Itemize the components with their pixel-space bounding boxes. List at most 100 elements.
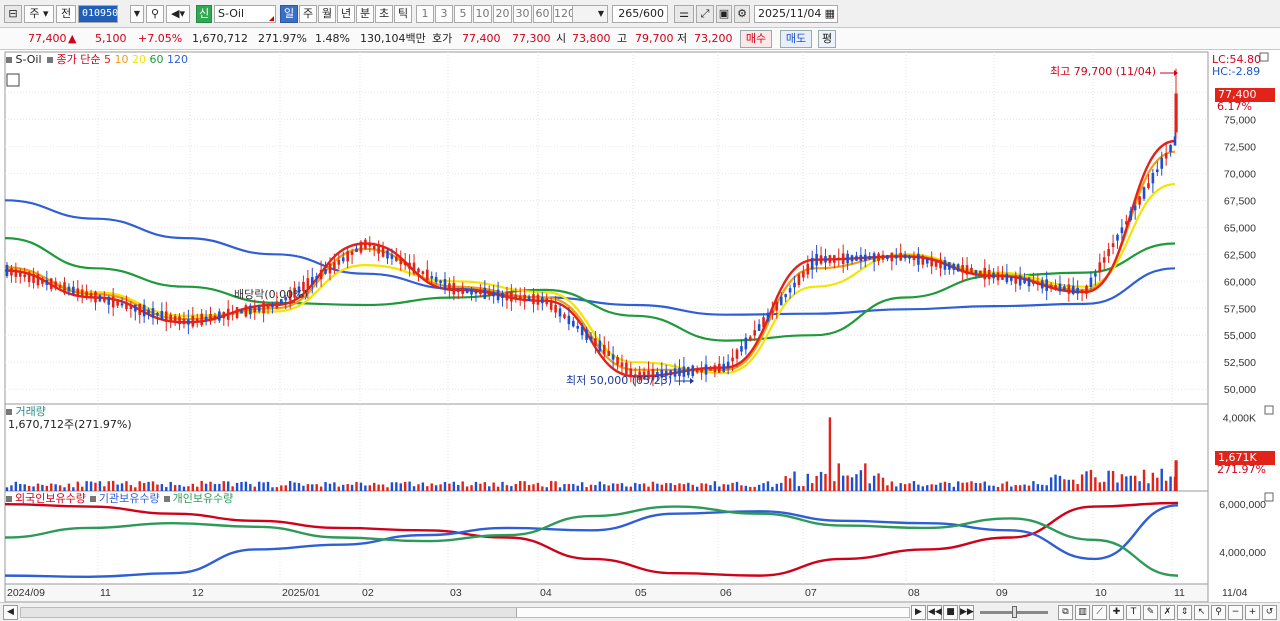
candle-body [1085, 285, 1088, 294]
candle-body [85, 291, 88, 298]
volume-bar [337, 486, 341, 491]
chart-area[interactable]: 77,50075,00072,50070,00067,50065,00062,5… [0, 50, 1280, 603]
sell-button[interactable]: 매도 [780, 30, 812, 48]
volume-bar [647, 486, 650, 491]
volume-bar [19, 483, 22, 491]
rewind-icon[interactable]: ◀◀ [927, 605, 942, 620]
market-type-dropdown[interactable]: 주 ▾ [24, 5, 54, 23]
stock-code-input[interactable]: 010950 [78, 5, 118, 23]
volume-bar [492, 482, 495, 491]
count-field[interactable]: 265/600 [612, 5, 668, 23]
stock-code-dropdown-icon[interactable]: ▼ [130, 5, 144, 23]
interval-button[interactable]: 5 [454, 5, 472, 23]
volume-bar [881, 477, 885, 491]
interval-button[interactable]: 30 [513, 5, 532, 23]
trend-line-icon[interactable]: ⤢ [696, 5, 714, 23]
zoom-in-icon[interactable]: + [1245, 605, 1260, 620]
search-icon[interactable]: ⚲ [146, 5, 164, 23]
draw-tool-icon[interactable]: ✎ [1143, 605, 1158, 620]
period-button[interactable]: 틱 [394, 5, 412, 23]
candle-body [1018, 275, 1022, 286]
candle-body [572, 320, 575, 327]
candle-body [364, 239, 367, 249]
text-tool-icon[interactable]: T [1126, 605, 1141, 620]
period-button[interactable]: 주 [299, 5, 317, 23]
scale-icon[interactable]: ⇕ [1177, 605, 1192, 620]
volume-bar [766, 481, 770, 491]
candle-type-icon[interactable]: ⚌ [674, 5, 694, 23]
reset-zoom-icon[interactable]: ↺ [1262, 605, 1277, 620]
pointer-icon[interactable]: ↖ [1194, 605, 1209, 620]
crosshair-icon[interactable]: ✚ [1109, 605, 1124, 620]
candle-body [368, 244, 372, 247]
candle-body [63, 282, 66, 294]
scrollbar-thumb[interactable] [516, 608, 909, 617]
volume-bar [603, 484, 606, 491]
zoom-slider-thumb[interactable] [1012, 606, 1017, 618]
new-badge[interactable]: 신 [196, 5, 212, 23]
candle-body [748, 336, 752, 340]
zoom-slider[interactable] [980, 606, 1048, 618]
eval-button[interactable]: 평 [818, 30, 836, 48]
volume-bar [235, 482, 239, 491]
volume-bar [187, 486, 190, 491]
scroll-left-icon[interactable]: ◀ [3, 605, 18, 620]
scroll-right-icon[interactable]: ▶ [911, 605, 926, 620]
line-chart-icon[interactable]: ⟋ [1092, 605, 1107, 620]
calendar-icon[interactable]: ▦ [825, 6, 835, 22]
zoom-out-icon[interactable]: − [1228, 605, 1243, 620]
legend-box-icon [47, 57, 54, 63]
stop-icon[interactable]: ■ [943, 605, 958, 620]
volume-bar [1089, 469, 1093, 491]
volume-bar [1010, 486, 1013, 491]
candle-body [262, 301, 265, 314]
interval-button[interactable]: 60 [533, 5, 552, 23]
candle-body [257, 305, 261, 312]
eraser-icon[interactable]: ✗ [1160, 605, 1175, 620]
candle-body [810, 257, 814, 270]
volume-bar [554, 481, 557, 491]
volume-bar [846, 475, 849, 491]
period-button[interactable]: 분 [356, 5, 374, 23]
candle-body [523, 294, 526, 302]
low-annotation: 최저 50,000 (05/23) [566, 374, 673, 387]
candle-body [802, 271, 805, 278]
interval-button[interactable]: 1 [416, 5, 434, 23]
date-field[interactable]: 2025/11/04 ▦ [754, 5, 838, 23]
price-legend: S-Oil 종가 단순 5 10 20 60 120 [6, 53, 188, 67]
volume-bar [14, 481, 18, 491]
interval-dropdown[interactable]: ▼ [572, 5, 608, 23]
save-icon[interactable]: ▣ [716, 5, 732, 23]
chart-scrollbar[interactable] [20, 607, 910, 618]
volume-bar [979, 483, 982, 491]
candle-body [620, 362, 624, 367]
buy-button[interactable]: 매수 [740, 30, 772, 48]
zoom-search-icon[interactable]: ⚲ [1211, 605, 1226, 620]
interval-button[interactable]: 20 [493, 5, 512, 23]
chart-menu-icon[interactable]: ⊟ [4, 5, 22, 23]
interval-button[interactable]: 3 [435, 5, 453, 23]
candle-body [735, 349, 739, 359]
period-button[interactable]: 월 [318, 5, 336, 23]
play-icon[interactable]: ▶▶ [959, 605, 974, 620]
period-button[interactable]: 일 [280, 5, 298, 23]
volume-bar [470, 485, 473, 491]
stock-name-field[interactable]: S-Oil [214, 5, 276, 23]
volume-bar [342, 484, 345, 491]
volume-bar [430, 483, 433, 491]
prev-button[interactable]: 전 [56, 5, 76, 23]
x-axis-label: 2024/09 [7, 587, 45, 599]
period-button[interactable]: 년 [337, 5, 355, 23]
volume-bar [611, 483, 615, 491]
volume-bar [165, 487, 168, 491]
chart-split-icon[interactable]: ⧉ [1058, 605, 1073, 620]
candle-body [355, 248, 358, 252]
period-button[interactable]: 초 [375, 5, 393, 23]
settings-gear-icon[interactable]: ⚙ [734, 5, 750, 23]
speaker-icon[interactable]: ◀▾ [166, 5, 190, 23]
candle-icon[interactable]: ▥ [1075, 605, 1090, 620]
ma-periods: 5 10 20 60 120 [104, 53, 188, 66]
interval-button[interactable]: 10 [473, 5, 492, 23]
candle-body [753, 330, 756, 336]
volume-bar [50, 483, 53, 491]
